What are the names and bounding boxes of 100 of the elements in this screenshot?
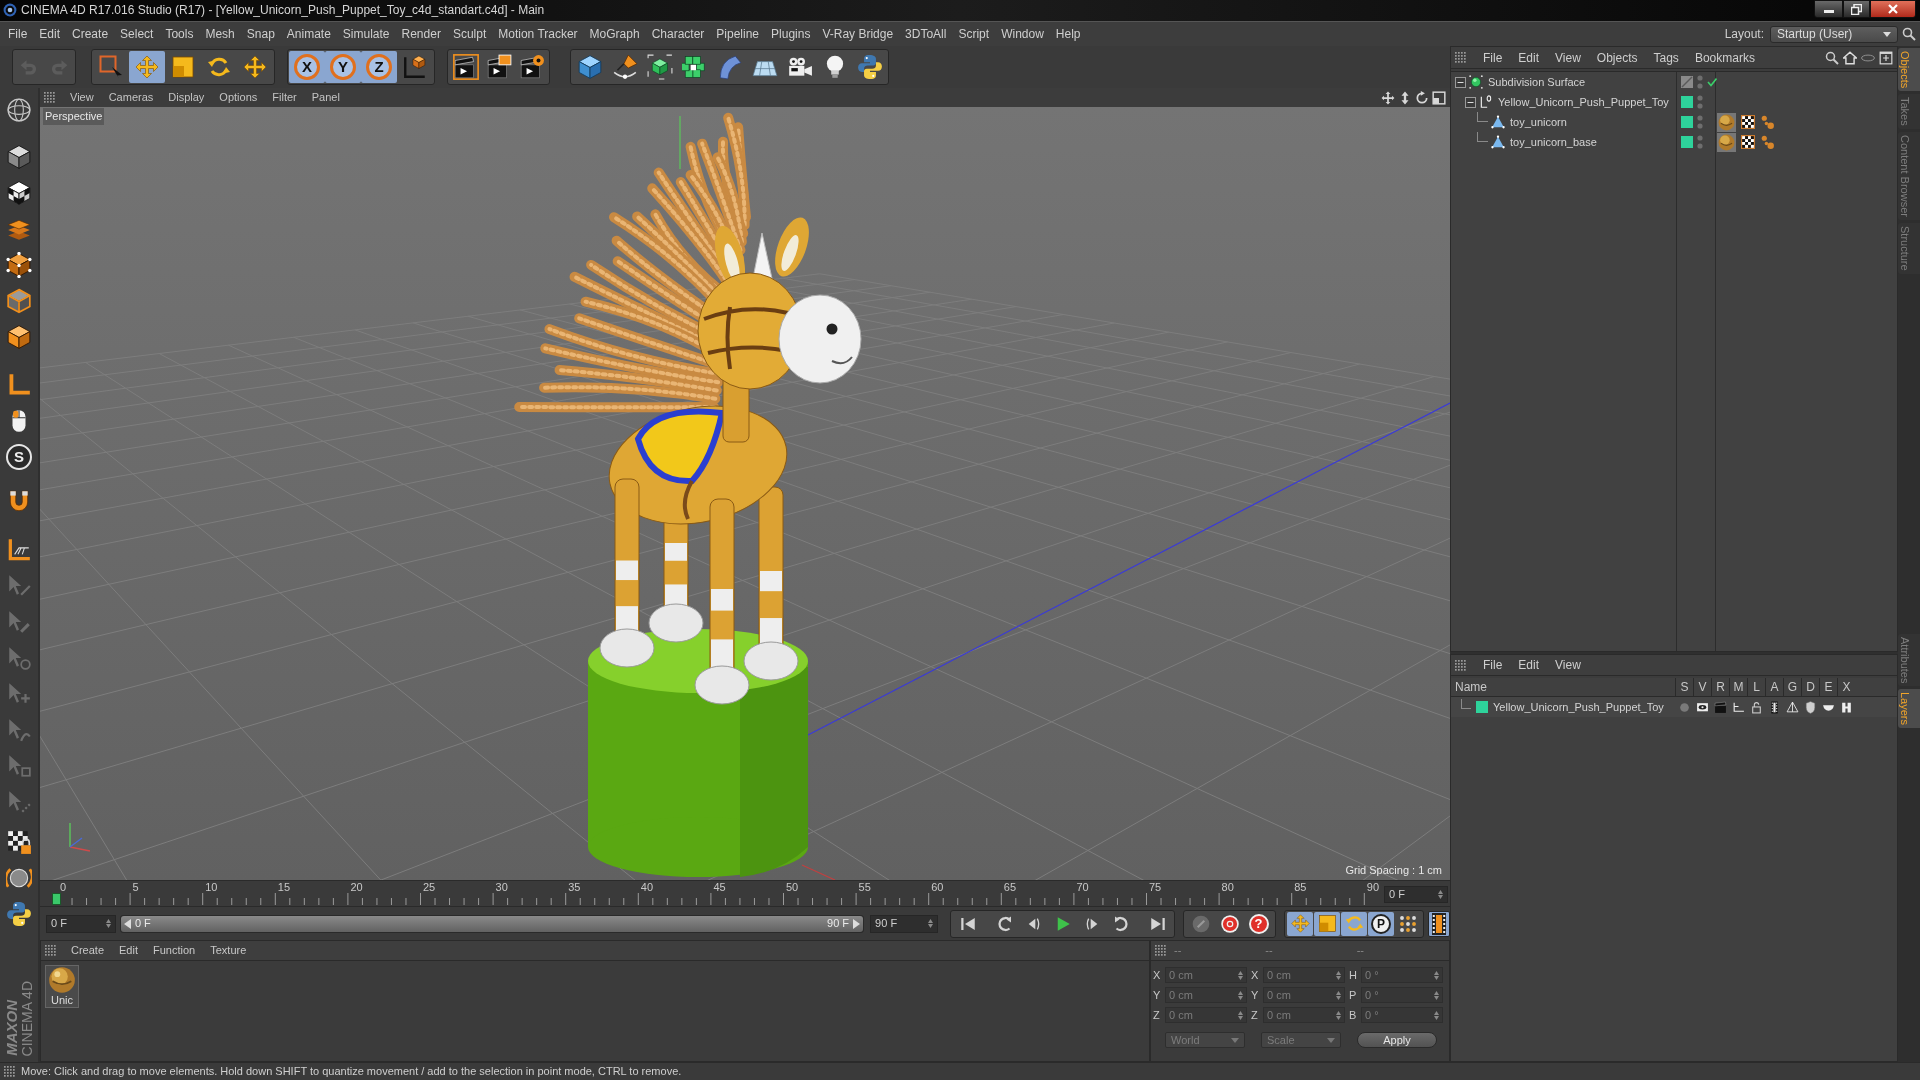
viewport-menu-item[interactable]: Options (212, 89, 265, 106)
material-item[interactable]: Unic (45, 965, 79, 1008)
menu-item[interactable]: Pipeline (710, 25, 766, 43)
triangle-mesh-icon[interactable] (1491, 115, 1505, 129)
triangle-mesh-icon[interactable] (1491, 135, 1505, 149)
caret-icon[interactable] (1883, 31, 1891, 37)
restore-button[interactable] (1843, 0, 1870, 18)
start-frame-field[interactable]: 0 F (46, 914, 116, 933)
menu-item[interactable]: View (1548, 656, 1588, 674)
wire-sphere-icon[interactable] (6, 97, 32, 123)
visibility-dots-icon[interactable] (1697, 75, 1703, 89)
column-header[interactable]: Name (1451, 677, 1675, 697)
shield-icon[interactable] (1803, 700, 1817, 714)
menu-item[interactable]: Sculpt (446, 25, 493, 43)
search-icon[interactable] (1902, 27, 1916, 41)
scale-icon[interactable] (171, 55, 195, 79)
column-header[interactable]: R (1711, 677, 1729, 697)
column-header[interactable]: D (1801, 677, 1819, 697)
column-header[interactable]: G (1783, 677, 1801, 697)
current-frame-field[interactable]: 0 F (1384, 886, 1448, 903)
sphere-brackets-icon[interactable] (6, 865, 32, 891)
column-header[interactable]: A (1765, 677, 1783, 697)
menu-item[interactable]: Snap (240, 25, 281, 43)
eye-monitor-icon[interactable] (1695, 700, 1709, 714)
visibility-dots-icon[interactable] (1697, 135, 1703, 149)
menu-item[interactable]: Function (146, 942, 203, 959)
menu-item[interactable]: Character (645, 25, 711, 43)
menu-item[interactable]: Render (395, 25, 447, 43)
menu-item[interactable]: Mesh (199, 25, 241, 43)
viewport-menu-item[interactable]: Filter (265, 89, 304, 106)
menu-item[interactable]: Select (114, 25, 160, 43)
menu-item[interactable]: Edit (33, 25, 67, 43)
circular-arrow-icon[interactable] (1415, 90, 1429, 105)
menu-item[interactable]: File (1476, 48, 1510, 67)
axis-cube-icon[interactable] (402, 54, 428, 80)
menu-item[interactable]: Animate (280, 25, 337, 43)
spinner-arrows-icon[interactable] (928, 919, 934, 928)
object-name[interactable]: Subdivision Surface (1488, 73, 1586, 91)
layer-color-swatch[interactable] (1681, 116, 1693, 128)
menu-item[interactable]: Edit (112, 942, 145, 959)
column-header[interactable]: V (1693, 677, 1711, 697)
layer-color-swatch[interactable] (1681, 96, 1693, 108)
menu-item[interactable]: File (2, 25, 34, 43)
layer-color-swatch[interactable] (1476, 701, 1488, 713)
checker-icon[interactable] (1741, 115, 1755, 129)
cube-ring-icon[interactable] (681, 54, 708, 80)
close-icon[interactable] (1888, 4, 1898, 14)
pen-nib-icon[interactable] (611, 54, 638, 80)
menu-item[interactable]: Script (952, 25, 996, 43)
record-icon[interactable] (1219, 913, 1240, 934)
panel-grip-icon[interactable] (1455, 52, 1466, 63)
layout-dropdown[interactable]: Startup (User) (1770, 25, 1898, 43)
object-name[interactable]: Yellow_Unicorn_Push_Puppet_Toy (1498, 93, 1669, 111)
hierarchy-icon[interactable] (1731, 700, 1745, 714)
column-header[interactable]: M (1729, 677, 1747, 697)
menu-item[interactable]: Window (995, 25, 1050, 43)
move-arrows-icon[interactable] (1381, 90, 1395, 105)
menu-item[interactable]: Edit (1511, 48, 1547, 67)
panel-grip-icon[interactable] (44, 92, 55, 103)
move-arrows-icon[interactable] (243, 55, 267, 79)
minimize-button[interactable] (1814, 0, 1843, 18)
menu-item[interactable]: Create (64, 942, 112, 959)
pyramid-icon[interactable] (1785, 700, 1799, 714)
spinner-arrows-icon[interactable] (105, 919, 111, 928)
clapperboard-frame-icon[interactable] (452, 54, 479, 80)
material-sphere-icon[interactable] (48, 966, 76, 994)
collapse-box-icon[interactable] (1455, 76, 1466, 88)
home-icon[interactable] (1843, 50, 1857, 65)
layer-color-swatch[interactable] (1681, 136, 1693, 148)
axis-lock-button[interactable]: X (289, 51, 325, 83)
panel-grip-icon[interactable] (1455, 659, 1466, 671)
python-icon[interactable] (6, 901, 32, 927)
axis-lock-button[interactable]: Y (325, 51, 361, 83)
range-end-handle-icon[interactable] (853, 918, 861, 929)
visibility-dots-icon[interactable] (1697, 95, 1703, 109)
frame-range-slider[interactable]: 0 F 90 F (119, 914, 865, 933)
object-name[interactable]: toy_unicorn (1510, 113, 1567, 131)
cube-points-icon[interactable] (6, 252, 32, 278)
time-ruler[interactable]: 0 5 10 15 20 25 30 35 40 45 50 55 60 65 70 75 80 85 90 0 F (40, 880, 1450, 906)
minimize-icon[interactable] (1823, 10, 1834, 13)
range-start-handle-icon[interactable] (123, 918, 131, 929)
restore-icon[interactable] (1851, 3, 1862, 15)
open-lock-icon[interactable] (1749, 700, 1763, 714)
cube-icon[interactable] (6, 144, 32, 170)
curved-arrow-icon[interactable] (995, 914, 1014, 933)
dots-icon[interactable] (1760, 134, 1775, 150)
object-name[interactable]: toy_unicorn_base (1510, 133, 1597, 151)
column-header[interactable]: S (1675, 677, 1693, 697)
material-sphere-icon[interactable] (1717, 112, 1736, 132)
menu-item[interactable]: Plugins (765, 25, 817, 43)
menu-item[interactable]: MoGraph (583, 25, 646, 43)
checker-lock-icon[interactable] (6, 829, 32, 855)
side-tab[interactable]: Layers (1898, 689, 1920, 729)
panel-grip-icon[interactable] (4, 1066, 15, 1077)
clapperboard-window-icon[interactable] (485, 54, 512, 80)
end-frame-field[interactable]: 90 F (870, 914, 939, 933)
menu-item[interactable]: Tools (159, 25, 200, 43)
parameter-key-button[interactable]: P (1368, 911, 1395, 936)
clapperboard-gear-icon[interactable] (518, 54, 545, 80)
maximize-icon[interactable] (1432, 90, 1446, 105)
